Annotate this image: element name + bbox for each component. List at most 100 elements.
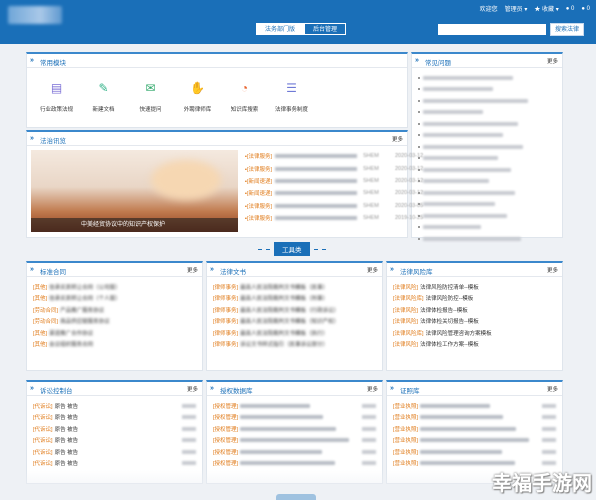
more-link[interactable]: 更多 bbox=[547, 266, 558, 274]
list-item[interactable]: [授权管理] bbox=[213, 400, 376, 412]
faq-item[interactable] bbox=[418, 118, 556, 130]
faq-item[interactable] bbox=[418, 210, 556, 222]
list-item[interactable]: [律师事务] 最高人民法院裁判文书模板（执行） bbox=[213, 327, 376, 339]
tab-admin[interactable]: 后台管理 bbox=[304, 23, 347, 35]
panel-5: » 授权数据库 更多 [授权管理] [授权管理] [授权管理] [授权管理] [授权管理] [授… bbox=[206, 380, 383, 484]
more-link[interactable]: 更多 bbox=[547, 385, 558, 393]
list-item[interactable]: [律师事务] 最高人民法院裁判文书模板（行政诉讼） bbox=[213, 304, 376, 316]
more-link[interactable]: 更多 bbox=[187, 266, 198, 274]
list-item[interactable]: [其他] 信承买卖转让合同（个人版） bbox=[33, 293, 196, 305]
tab-legal-dept[interactable]: 法务部门版 bbox=[256, 23, 305, 35]
item-text: 原告 被告 bbox=[54, 438, 79, 445]
search-input[interactable] bbox=[438, 24, 546, 35]
list-item[interactable]: [代诉讼] 原告 被告 bbox=[33, 446, 196, 458]
list-item[interactable]: [法律风险] 法律体检关切报告--模板 bbox=[393, 316, 556, 328]
faq-item[interactable] bbox=[418, 141, 556, 153]
panel-title: 标准合同 bbox=[40, 269, 66, 276]
faq-item[interactable] bbox=[418, 95, 556, 107]
list-item[interactable]: [营业执照] bbox=[393, 435, 556, 447]
list-item[interactable]: [其他] 信承买卖转让合同（公司版） bbox=[33, 281, 196, 293]
more-link[interactable]: 更多 bbox=[547, 57, 558, 65]
list-item[interactable]: [授权管理] bbox=[213, 435, 376, 447]
panel-2: » 法律文书 更多 [律师事务] 最高人民法院裁判文书模板（民事） [律师事务] 最高人民法… bbox=[206, 261, 383, 371]
panel-title: 法律文书 bbox=[220, 269, 246, 276]
more-link[interactable]: 更多 bbox=[367, 266, 378, 274]
user-menu[interactable]: 管理员 ▾ bbox=[505, 4, 528, 13]
module-book[interactable]: ▤ 行业政策法规 bbox=[33, 80, 80, 113]
list-item[interactable]: [授权管理] bbox=[213, 423, 376, 435]
list-item[interactable]: [代诉讼] 原告 被告 bbox=[33, 458, 196, 470]
news-date: 2020-03-12 bbox=[395, 165, 424, 172]
news-row[interactable]: ▪[法律服务] SHEM 2020-03-05 bbox=[245, 200, 435, 212]
double-chevron-icon: » bbox=[415, 57, 419, 64]
list-item[interactable]: [律师事务] 最高人民法院裁判文书模板（民事） bbox=[213, 281, 376, 293]
favorites-link[interactable]: ★ 收藏 ▾ bbox=[534, 4, 558, 13]
list-item[interactable]: [法律风险] 法律体检工作方案--模板 bbox=[393, 339, 556, 351]
faq-item[interactable] bbox=[418, 233, 556, 245]
list-item[interactable]: [营业执照] bbox=[393, 423, 556, 435]
welcome-text: 欢迎您 bbox=[479, 7, 498, 13]
faq-item[interactable] bbox=[418, 164, 556, 176]
list-item[interactable]: [法律风险] 法律风险防控清单--模板 bbox=[393, 281, 556, 293]
item-text: 法律风险防控清单--模板 bbox=[420, 284, 479, 291]
list-item[interactable]: [法律风险] 法律体检报告--模板 bbox=[393, 304, 556, 316]
list-item[interactable]: [代诉讼] 原告 被告 bbox=[33, 423, 196, 435]
list-item[interactable]: [律师事务] 诉讼文书样式指引（民事诉讼部分） bbox=[213, 339, 376, 351]
panel-title: 常见问题 bbox=[425, 60, 451, 67]
faq-item[interactable] bbox=[418, 130, 556, 142]
list-item[interactable]: [法律风险库] 法律风险防控--模板 bbox=[393, 293, 556, 305]
list-item[interactable]: [劳动合同] 产品推广服务协议 bbox=[33, 304, 196, 316]
news-row[interactable]: ▪[法律服务] SHEM 2020-03-12 bbox=[245, 162, 435, 174]
module-stack[interactable]: ☰ 法律事务制度 bbox=[268, 80, 315, 113]
faq-item[interactable] bbox=[418, 153, 556, 165]
item-tag: [劳动合同] bbox=[33, 307, 59, 314]
list-item[interactable]: [律师事务] 最高人民法院裁判文书模板（刑事） bbox=[213, 293, 376, 305]
list-item[interactable]: [法律风险库] 法律风险管理咨询方案模板 bbox=[393, 327, 556, 339]
more-link[interactable]: 更多 bbox=[187, 385, 198, 393]
list-item[interactable]: [授权管理] bbox=[213, 446, 376, 458]
faq-item[interactable] bbox=[418, 199, 556, 211]
scroll-indicator[interactable] bbox=[276, 494, 316, 500]
item-tag: [代诉讼] bbox=[33, 415, 53, 422]
faq-item[interactable] bbox=[418, 107, 556, 119]
list-item[interactable]: [其他] 会议组织服务合同 bbox=[33, 339, 196, 351]
double-chevron-icon: » bbox=[390, 385, 394, 392]
section-divider: 工具类 bbox=[258, 242, 326, 256]
news-row[interactable]: ▪[新闻速递] SHEM 2020-03-12 bbox=[245, 187, 435, 199]
news-banner-image[interactable]: 中美经贸协议中的知识产权保护 bbox=[31, 150, 238, 232]
top-header: 欢迎您 管理员 ▾ ★ 收藏 ▾ ● 0 ● 0 法务部门版 后台管理 搜索法律 bbox=[0, 0, 596, 44]
search-button[interactable]: 搜索法律 bbox=[550, 23, 585, 36]
app-logo[interactable] bbox=[8, 6, 62, 24]
notifications-badge[interactable]: ● 0 bbox=[581, 6, 590, 12]
faq-item[interactable] bbox=[418, 176, 556, 188]
news-row[interactable]: ▪[法律服务] SHEM 2019-10-25 bbox=[245, 212, 435, 224]
news-row[interactable]: ▪[新闻速递] SHEM 2020-03-12 bbox=[245, 175, 435, 187]
module-chat[interactable]: ✉ 快速提问 bbox=[127, 80, 174, 113]
faq-item[interactable] bbox=[418, 187, 556, 199]
list-item[interactable]: [营业执照] bbox=[393, 412, 556, 424]
list-item[interactable]: [营业执照] bbox=[393, 400, 556, 412]
module-edit-doc[interactable]: ✎ 新建文档 bbox=[80, 80, 127, 113]
double-chevron-icon: » bbox=[30, 57, 34, 64]
list-item[interactable]: [营业执照] bbox=[393, 446, 556, 458]
list-item[interactable]: [劳动合同] 商品供应链服务协议 bbox=[33, 316, 196, 328]
more-link[interactable]: 更多 bbox=[392, 135, 403, 143]
list-item[interactable]: [代诉讼] 原告 被告 bbox=[33, 435, 196, 447]
list-item[interactable]: [代诉讼] 原告 被告 bbox=[33, 412, 196, 424]
panel-title: 授权数据库 bbox=[220, 388, 253, 395]
faq-item[interactable] bbox=[418, 72, 556, 84]
module-handshake[interactable]: ✋ 外聘律师库 bbox=[174, 80, 221, 113]
list-item[interactable]: [授权管理] bbox=[213, 412, 376, 424]
item-text: 原告 被告 bbox=[54, 461, 79, 468]
module-pie-chart[interactable]: ◔ 知识库搜索 bbox=[221, 80, 268, 113]
item-tag: [授权管理] bbox=[213, 403, 239, 410]
faq-item[interactable] bbox=[418, 222, 556, 234]
list-item[interactable]: [其他] 渠道推广合作协议 bbox=[33, 327, 196, 339]
more-link[interactable]: 更多 bbox=[367, 385, 378, 393]
faq-item[interactable] bbox=[418, 84, 556, 96]
list-item[interactable]: [代诉讼] 原告 被告 bbox=[33, 400, 196, 412]
messages-badge[interactable]: ● 0 bbox=[566, 6, 575, 12]
list-item[interactable]: [律师事务] 最高人民法院裁判文书模板（知识产权） bbox=[213, 316, 376, 328]
list-item[interactable]: [授权管理] bbox=[213, 458, 376, 470]
news-row[interactable]: ▪[法律服务] SHEM 2020-03-12 bbox=[245, 150, 435, 162]
